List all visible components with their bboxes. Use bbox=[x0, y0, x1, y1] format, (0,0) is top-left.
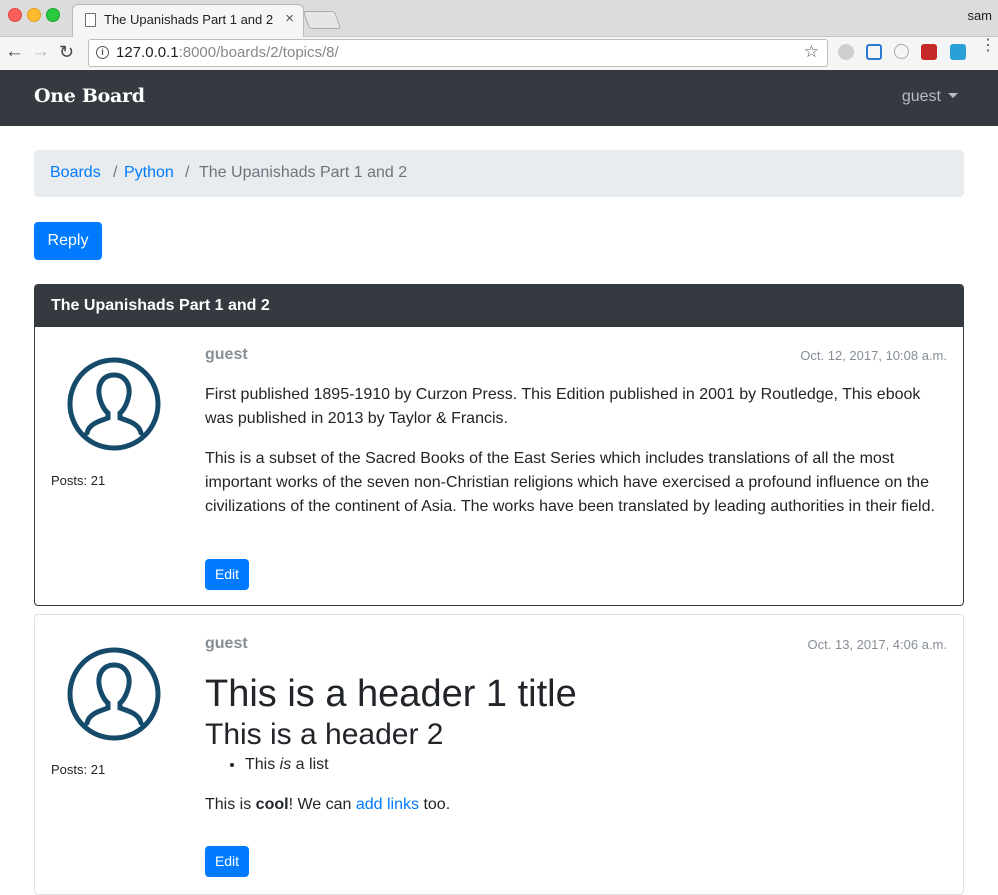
brand-logo[interactable]: One Board bbox=[34, 85, 145, 107]
breadcrumb-separator: / bbox=[185, 164, 190, 181]
post-date: Oct. 13, 2017, 4:06 a.m. bbox=[807, 637, 947, 652]
url-host: 127.0.0.1 bbox=[116, 44, 179, 61]
list-item-text: a list bbox=[291, 756, 329, 773]
bookmark-star-icon[interactable]: ☆ bbox=[804, 42, 819, 62]
post-date: Oct. 12, 2017, 10:08 a.m. bbox=[800, 348, 947, 363]
url-text[interactable]: 127.0.0.1:8000/boards/2/topics/8/ bbox=[116, 44, 339, 61]
info-icon[interactable]: i bbox=[96, 46, 109, 59]
add-links-link[interactable]: add links bbox=[356, 796, 419, 813]
minimize-window-button[interactable] bbox=[27, 8, 41, 22]
post-heading-1: This is a header 1 title bbox=[205, 673, 577, 715]
reader-extension-icon[interactable] bbox=[950, 44, 966, 60]
breadcrumb-python[interactable]: Python bbox=[124, 164, 174, 182]
breadcrumb-boards[interactable]: Boards bbox=[50, 164, 101, 182]
post-body: First published 1895-1910 by Curzon Pres… bbox=[205, 383, 950, 519]
post-paragraph: This is a subset of the Sacred Books of … bbox=[205, 450, 935, 515]
maximize-window-button[interactable] bbox=[46, 8, 60, 22]
user-dropdown[interactable]: guest bbox=[902, 88, 958, 106]
post-author: guest bbox=[205, 635, 248, 652]
browser-menu-icon[interactable]: ⋮ bbox=[980, 38, 996, 54]
post-paragraph: First published 1895-1910 by Curzon Pres… bbox=[205, 386, 921, 427]
posts-count: Posts: 21 bbox=[51, 762, 106, 777]
paragraph-text: ! We can bbox=[288, 796, 356, 813]
paragraph-text: This is bbox=[205, 796, 256, 813]
user-avatar-icon bbox=[67, 357, 161, 451]
close-window-button[interactable] bbox=[8, 8, 22, 22]
post-body: This is a header 1 title This is a heade… bbox=[205, 671, 950, 817]
post-paragraph: This is cool! We can add links too. bbox=[205, 793, 950, 817]
user-dropdown-label: guest bbox=[901, 88, 941, 105]
topic-header: The Upanishads Part 1 and 2 bbox=[35, 285, 963, 327]
paragraph-bold: cool bbox=[255, 796, 289, 813]
reply-button[interactable]: Reply bbox=[34, 222, 102, 260]
music-extension-icon[interactable] bbox=[838, 44, 854, 60]
post-heading-2: This is a header 2 bbox=[205, 718, 444, 751]
paragraph-text: too. bbox=[419, 796, 451, 813]
list-item: This is a list bbox=[245, 753, 950, 777]
list-item-emphasis: is bbox=[279, 756, 292, 773]
document-icon bbox=[85, 13, 96, 27]
back-arrow-icon[interactable]: ← bbox=[5, 42, 24, 62]
post-list: This is a list bbox=[205, 753, 950, 777]
post-author: guest bbox=[205, 346, 248, 363]
address-bar[interactable]: i 127.0.0.1:8000/boards/2/topics/8/ ☆ bbox=[88, 39, 828, 67]
site-navbar: One Board guest bbox=[0, 70, 998, 126]
post-card: The Upanishads Part 1 and 2 Posts: 21 gu… bbox=[34, 284, 964, 606]
list-item-text: This bbox=[245, 756, 280, 773]
tab-title: The Upanishads Part 1 and 2 bbox=[104, 12, 274, 27]
reload-icon[interactable]: ↻ bbox=[59, 42, 74, 62]
url-path: :8000/boards/2/topics/8/ bbox=[178, 44, 339, 61]
breadcrumb: Boards / Python / The Upanishads Part 1 … bbox=[34, 150, 964, 197]
post-card: Posts: 21 guest Oct. 13, 2017, 4:06 a.m.… bbox=[34, 614, 964, 895]
breadcrumb-topic: The Upanishads Part 1 and 2 bbox=[199, 164, 408, 181]
new-tab-button[interactable] bbox=[302, 11, 342, 29]
posts-count: Posts: 21 bbox=[51, 473, 106, 488]
caret-down-icon bbox=[948, 93, 958, 98]
topic-title: The Upanishads Part 1 and 2 bbox=[51, 297, 270, 314]
screenshot-extension-icon[interactable] bbox=[866, 44, 882, 60]
edit-button[interactable]: Edit bbox=[205, 846, 249, 877]
forward-arrow-icon[interactable]: → bbox=[31, 42, 50, 62]
browser-tab-active[interactable]: The Upanishads Part 1 and 2 × bbox=[72, 4, 304, 37]
close-tab-icon[interactable]: × bbox=[285, 10, 294, 27]
browser-profile-name[interactable]: sam bbox=[967, 8, 992, 23]
extension-icon[interactable] bbox=[894, 44, 909, 59]
media-extension-icon[interactable] bbox=[921, 44, 937, 60]
edit-button[interactable]: Edit bbox=[205, 559, 249, 590]
breadcrumb-separator: / bbox=[113, 164, 118, 181]
user-avatar-icon bbox=[67, 647, 161, 741]
browser-tabbar: The Upanishads Part 1 and 2 × sam bbox=[0, 0, 998, 37]
browser-toolbar: ← → ↻ i 127.0.0.1:8000/boards/2/topics/8… bbox=[0, 37, 998, 71]
